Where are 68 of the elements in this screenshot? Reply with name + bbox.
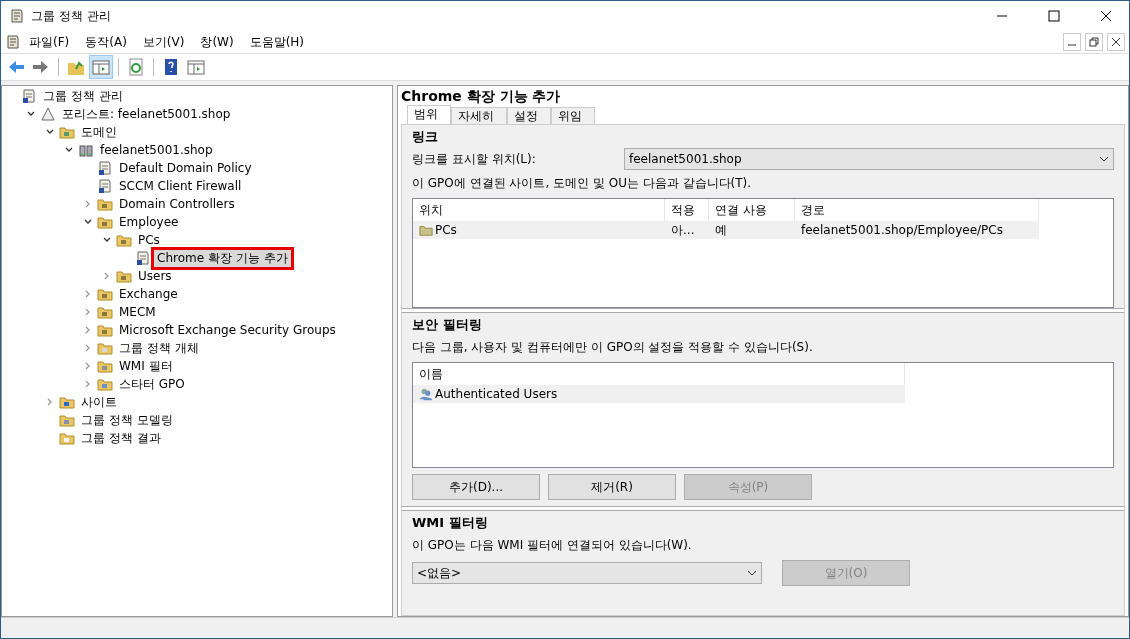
- tree-item[interactable]: Domain Controllers: [116, 197, 238, 211]
- folder-icon: [97, 286, 113, 302]
- tree-item[interactable]: PCs: [135, 233, 163, 247]
- section-heading: WMI 필터링: [412, 514, 489, 532]
- close-icon[interactable]: [1107, 33, 1125, 51]
- tree-item[interactable]: 도메인: [78, 123, 120, 141]
- tree-item[interactable]: WMI 필터: [116, 357, 176, 375]
- wmi-filter-dropdown[interactable]: <없음>: [412, 562, 762, 584]
- scroll-icon: [5, 34, 21, 50]
- detail-title: Chrome 확장 기능 추가: [401, 88, 562, 106]
- tree-item[interactable]: 그룹 정책 결과: [78, 429, 164, 447]
- users-icon: [419, 387, 433, 401]
- tree-item[interactable]: Default Domain Policy: [116, 161, 255, 175]
- restore-icon[interactable]: [1085, 33, 1103, 51]
- folder-icon: [97, 304, 113, 320]
- description-text: 이 GPO에 연결된 사이트, 도메인 및 OU는 다음과 같습니다(T).: [412, 175, 753, 192]
- folder-icon: [116, 232, 132, 248]
- tree-item[interactable]: 그룹 정책 관리: [40, 87, 126, 105]
- section-heading: 보안 필터링: [412, 316, 483, 334]
- description-text: 다음 그룹, 사용자 및 컴퓨터에만 이 GPO의 설정을 적용할 수 있습니다(S).: [412, 339, 814, 356]
- table-cell: PCs: [435, 223, 457, 237]
- tab[interactable]: 범위: [407, 105, 451, 124]
- tab[interactable]: 위임: [551, 107, 595, 124]
- triangle-icon: [40, 106, 56, 122]
- window-title: 그룹 정책 관리: [31, 7, 111, 25]
- table-cell: 예: [715, 221, 727, 239]
- menu-item[interactable]: 동작(A): [77, 33, 135, 51]
- table-cell: Authenticated Users: [435, 387, 558, 401]
- server-icon: [78, 142, 94, 158]
- tree-item[interactable]: Chrome 확장 기능 추가: [154, 249, 291, 267]
- tree-item[interactable]: 그룹 정책 개체: [116, 339, 202, 357]
- description-text: 이 GPO는 다음 WMI 필터에 연결되어 있습니다(W).: [412, 537, 693, 554]
- folder-icon: [97, 322, 113, 338]
- tree-item[interactable]: Exchange: [116, 287, 181, 301]
- tree-item[interactable]: 포리스트: feelanet5001.shop: [59, 105, 234, 123]
- tree-item[interactable]: 그룹 정책 모델링: [78, 411, 176, 429]
- pane-icon[interactable]: [90, 56, 112, 78]
- tab[interactable]: 자세히: [451, 107, 507, 124]
- tree-item[interactable]: SCCM Client Firewall: [116, 179, 245, 193]
- field-label: 링크를 표시할 위치(L):: [412, 150, 537, 168]
- document-icon: [97, 160, 113, 176]
- menu-item[interactable]: 도움말(H): [241, 33, 313, 51]
- folder-icon: [97, 214, 113, 230]
- tab[interactable]: 설정: [507, 107, 551, 124]
- action-button[interactable]: 제거(R): [548, 474, 676, 500]
- document-icon: [97, 178, 113, 194]
- tree-item[interactable]: Employee: [116, 215, 182, 229]
- document-icon: [135, 250, 151, 266]
- tree-item[interactable]: feelanet5001.shop: [97, 143, 216, 157]
- menu-item[interactable]: 보기(V): [134, 33, 193, 51]
- folder-icon: [116, 268, 132, 284]
- scroll-icon: [21, 88, 37, 104]
- tree-item[interactable]: Microsoft Exchange Security Groups: [116, 323, 339, 337]
- tree-item[interactable]: Users: [135, 269, 175, 283]
- menu-item[interactable]: 파일(F): [21, 33, 78, 51]
- tree-item[interactable]: MECM: [116, 305, 159, 319]
- menu-item[interactable]: 창(W): [192, 33, 242, 51]
- scroll-icon: [9, 8, 25, 24]
- section-heading: 링크: [412, 128, 439, 146]
- tree-item[interactable]: 사이트: [78, 393, 120, 411]
- folder-icon: [97, 196, 113, 212]
- location-dropdown[interactable]: feelanet5001.shop: [624, 148, 1114, 170]
- tree-item[interactable]: 스타터 GPO: [116, 375, 188, 393]
- folder-icon: [419, 223, 433, 237]
- action-button[interactable]: 추가(D)...: [412, 474, 540, 500]
- minimize-icon[interactable]: [1063, 33, 1081, 51]
- table-cell: 아...: [671, 221, 695, 239]
- table-cell: feelanet5001.shop/Employee/PCs: [801, 223, 1003, 237]
